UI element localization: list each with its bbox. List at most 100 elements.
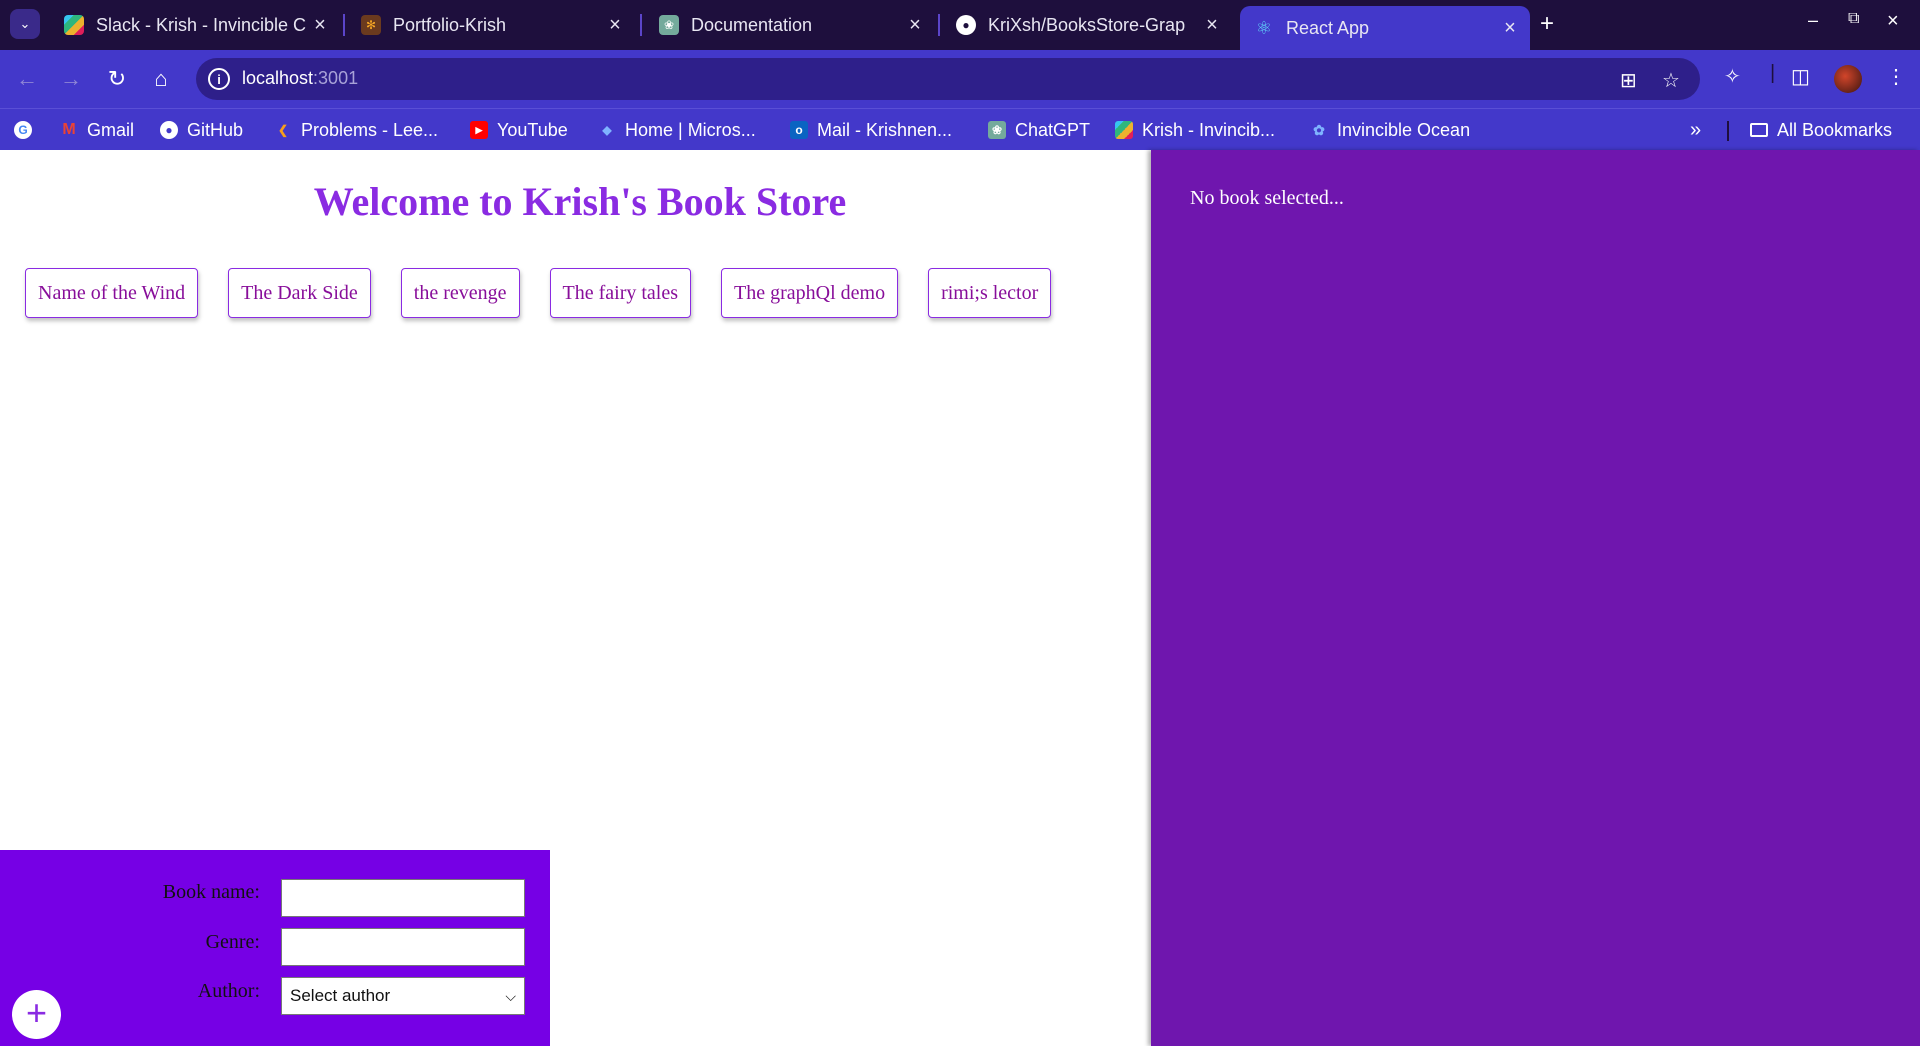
book-item[interactable]: The fairy tales: [549, 268, 691, 318]
address-url[interactable]: localhost:3001: [242, 68, 358, 89]
gmail-icon: M: [62, 121, 76, 138]
tab-documentation[interactable]: ❀ Documentation ×: [645, 6, 935, 44]
side-panel-icon[interactable]: ◫: [1791, 64, 1810, 89]
bookmark-invincible-ocean[interactable]: ✿ Invincible Ocean: [1310, 117, 1470, 143]
tab-github[interactable]: ● KriXsh/BooksStore-Grap ×: [942, 6, 1232, 44]
bookmark-label: Krish - Invincib...: [1142, 119, 1276, 140]
bookmark-label: Gmail: [87, 119, 135, 140]
bookmark-separator: [1727, 121, 1729, 141]
page-title: Welcome to Krish's Book Store: [313, 179, 847, 224]
author-select[interactable]: Select author ⌵: [281, 977, 525, 1015]
tab-search-button[interactable]: ⌄: [10, 9, 40, 39]
book-details-panel: No book selected...: [1151, 150, 1920, 1046]
bookmark-label: GitHub: [187, 119, 244, 140]
chatgpt-icon: ❀: [988, 121, 1006, 139]
slack-icon: [1115, 121, 1133, 139]
github-icon: ●: [956, 15, 976, 35]
author-selected-value: Select author: [290, 986, 391, 1005]
author-label: Author:: [197, 980, 260, 1002]
slack-icon: [64, 15, 84, 35]
google-bookmark[interactable]: G: [14, 117, 41, 143]
extensions-icon[interactable]: ✧: [1724, 64, 1741, 89]
bookmark-star-icon[interactable]: ☆: [1662, 68, 1680, 93]
book-item[interactable]: The Dark Side: [228, 268, 371, 318]
book-name-input[interactable]: [281, 879, 525, 917]
tab-title: Portfolio-Krish: [393, 14, 507, 35]
address-host: localhost: [242, 68, 314, 88]
browser-toolbar: ← → ↻ ⌂ i localhost:3001 ⊞ ☆ ✧ | ◫ ⋮: [0, 50, 1920, 108]
bookmark-microsoft[interactable]: ◆ Home | Micros...: [598, 117, 756, 143]
page-viewport: Welcome to Krish's Book Store Name of th…: [0, 150, 1920, 1046]
bookmark-label: ChatGPT: [1015, 119, 1091, 140]
add-book-button[interactable]: +: [12, 990, 61, 1039]
tab-title: Slack - Krish - Invincible C: [96, 14, 306, 35]
no-book-selected-message: No book selected...: [1190, 187, 1344, 209]
tab-title: Documentation: [691, 14, 813, 35]
tab-separator: [938, 14, 940, 36]
all-bookmarks-label: All Bookmarks: [1777, 119, 1893, 140]
genre-label: Genre:: [205, 931, 260, 953]
tab-separator: [640, 14, 642, 36]
minimize-icon[interactable]: –: [1808, 10, 1818, 31]
book-item[interactable]: Name of the Wind: [25, 268, 199, 318]
address-port: :3001: [313, 68, 359, 88]
tab-react-app[interactable]: ⚛ React App ×: [1240, 6, 1530, 50]
tab-separator: [343, 14, 345, 36]
more-menu-icon[interactable]: ⋮: [1886, 64, 1906, 89]
restore-icon[interactable]: ⧉: [1848, 10, 1859, 28]
install-app-icon[interactable]: ⊞: [1620, 68, 1637, 93]
youtube-icon: ▶: [470, 121, 488, 139]
chatgpt-icon: ❀: [659, 15, 679, 35]
close-icon[interactable]: ×: [901, 14, 929, 37]
close-icon[interactable]: ×: [601, 14, 629, 37]
book-item[interactable]: the revenge: [400, 268, 520, 318]
book-name-label: Book name:: [162, 881, 260, 903]
tab-portfolio[interactable]: ✻ Portfolio-Krish ×: [347, 6, 635, 44]
react-icon: ⚛: [1255, 17, 1273, 38]
profile-avatar[interactable]: [1834, 65, 1862, 93]
bookmark-label: Home | Micros...: [625, 119, 756, 140]
github-icon: ●: [160, 121, 178, 139]
main-content: Welcome to Krish's Book Store Name of th…: [0, 150, 1151, 1046]
close-icon[interactable]: ×: [1198, 14, 1226, 37]
book-item[interactable]: rimi;s lector: [928, 268, 1052, 318]
bookmarks-bar: G M Gmail ● GitHub ❮ Problems - Lee... ▶…: [0, 108, 1920, 150]
back-arrow-icon[interactable]: ←: [12, 64, 42, 94]
chevron-down-icon: ⌵: [505, 987, 516, 1004]
ocean-icon: ✿: [1313, 121, 1325, 138]
more-bookmarks-icon[interactable]: »: [1690, 117, 1701, 143]
portfolio-icon: ✻: [361, 15, 381, 35]
bookmark-chatgpt[interactable]: ❀ ChatGPT: [988, 117, 1090, 143]
window-close-icon[interactable]: ×: [1887, 10, 1899, 33]
tab-slack[interactable]: Slack - Krish - Invincible C ×: [50, 6, 340, 44]
close-icon[interactable]: ×: [306, 14, 334, 37]
bookmark-slack[interactable]: Krish - Invincib...: [1115, 117, 1275, 143]
new-tab-button[interactable]: +: [1540, 10, 1554, 38]
reload-icon[interactable]: ↻: [102, 64, 132, 94]
google-icon: G: [14, 121, 32, 139]
genre-input[interactable]: [281, 928, 525, 966]
chevron-down-icon: ⌄: [19, 16, 31, 31]
bookmark-label: Mail - Krishnen...: [817, 119, 953, 140]
close-icon[interactable]: ×: [1496, 17, 1524, 40]
home-icon[interactable]: ⌂: [146, 64, 176, 94]
all-bookmarks[interactable]: All Bookmarks: [1750, 117, 1892, 143]
bookmark-github[interactable]: ● GitHub: [160, 117, 243, 143]
folder-icon: [1750, 123, 1768, 137]
bookmark-leetcode[interactable]: ❮ Problems - Lee...: [274, 117, 438, 143]
address-bar[interactable]: i localhost:3001 ⊞ ☆: [196, 58, 1700, 100]
book-item[interactable]: The graphQl demo: [721, 268, 899, 318]
bookmark-label: YouTube: [497, 119, 568, 140]
add-book-form: Book name: Genre: Author: Select author …: [0, 850, 550, 1046]
leetcode-icon: ❮: [277, 123, 289, 137]
bookmark-label: Invincible Ocean: [1337, 119, 1471, 140]
outlook-icon: o: [790, 121, 808, 139]
bookmark-label: Problems - Lee...: [301, 119, 439, 140]
bookmark-gmail[interactable]: M Gmail: [60, 117, 134, 143]
tab-title: React App: [1286, 17, 1370, 38]
tab-title: KriXsh/BooksStore-Grap: [988, 14, 1186, 35]
forward-arrow-icon[interactable]: →: [56, 64, 86, 94]
bookmark-youtube[interactable]: ▶ YouTube: [470, 117, 568, 143]
bookmark-outlook[interactable]: o Mail - Krishnen...: [790, 117, 952, 143]
site-info-icon[interactable]: i: [208, 68, 230, 90]
